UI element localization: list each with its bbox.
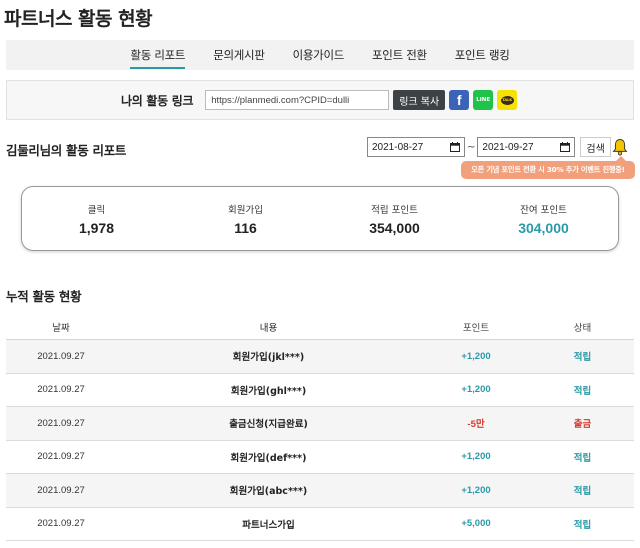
facebook-glyph: f [456,92,462,108]
activity-link-bar: 나의 활동 링크 링크 복사 f LINE TALK [6,80,634,120]
row-status: 적립 [573,352,592,364]
activity-link-input[interactable] [205,90,390,110]
tab-inquiry-board[interactable]: 문의게시판 [199,40,278,70]
copy-link-button[interactable]: 링크 복사 [393,90,446,110]
stat-value: 354,000 [369,219,420,236]
calendar-icon [560,142,571,152]
table-body: 2021.09.27 회원가입(jkl***) +1,200 적립 2021.0… [6,340,634,541]
row-status: 적립 [573,519,592,531]
promo-tooltip: 오픈 기념 포인트 전환 시 30% 추가 이벤트 진행중! [461,156,635,179]
end-date-input[interactable]: 2021-09-27 [477,137,576,157]
stat-value: 1,978 [78,219,115,236]
row-date: 2021.09.27 [37,350,85,362]
table-row: 2021.09.27 파트너스가입 +5,000 적립 [6,507,634,541]
end-date-value: 2021-09-27 [482,141,534,153]
tab-guide[interactable]: 이용가이드 [279,40,358,70]
row-date: 2021.09.27 [37,518,85,530]
tab-point-conversion[interactable]: 포인트 전환 [358,40,441,70]
report-title: 김둘리님의 활동 리포트 [6,143,127,158]
date-range-filter: 2021-08-27 ~ 2021-09-27 검색 [367,137,611,157]
kakao-glyph: TALK [502,98,513,102]
stat-label: 클릭 [87,204,106,216]
row-content: 회원가입(jkl***) [232,352,305,364]
activity-link-label: 나의 활동 링크 [121,93,194,108]
kakao-bubble: TALK [500,95,514,105]
stat-label: 잔여 포인트 [520,204,567,216]
bell-icon[interactable] [612,138,628,156]
table-header: 날짜 내용 포인트 상태 [6,314,634,340]
row-status: 출금 [573,419,592,431]
row-status: 적립 [573,486,592,498]
column-header-status: 상태 [573,322,592,334]
column-header-date: 날짜 [52,322,70,334]
line-glyph: LINE [476,97,491,103]
row-content: 회원가입(def***) [230,452,307,464]
row-point: +1,200 [461,451,491,463]
row-content: 회원가입(ghl***) [230,385,307,397]
row-status: 적립 [573,385,592,397]
table-row: 2021.09.27 회원가입(abc***) +1,200 적립 [6,474,634,508]
start-date-value: 2021-08-27 [372,141,424,153]
line-share-icon[interactable]: LINE [473,90,494,110]
table-row: 2021.09.27 회원가입(def***) +1,200 적립 [6,440,634,474]
cumulative-activity-table: 날짜 내용 포인트 상태 2021.09.27 회원가입(jkl***) +1,… [6,314,634,541]
row-date: 2021.09.27 [37,384,85,396]
tab-bar: 활동 리포트 문의게시판 이용가이드 포인트 전환 포인트 랭킹 [6,40,634,70]
column-header-point: 포인트 [462,322,490,334]
tab-activity-report[interactable]: 활동 리포트 [116,40,199,70]
row-point: +1,200 [461,384,491,396]
stat-remaining-points: 잔여 포인트 304,000 [469,187,618,250]
stat-value: 116 [234,219,257,236]
stat-value: 304,000 [518,219,569,236]
stats-summary-card: 클릭 1,978 회원가입 116 적립 포인트 354,000 잔여 포인트 … [21,186,619,251]
row-status: 적립 [573,452,592,464]
row-point: +1,200 [461,350,491,362]
row-date: 2021.09.27 [37,417,85,429]
calendar-icon [450,142,460,152]
table-row: 2021.09.27 회원가입(ghl***) +1,200 적립 [6,373,634,407]
row-date: 2021.09.27 [37,484,85,496]
date-separator: ~ [467,141,476,153]
row-point: +5,000 [461,518,491,530]
start-date-input[interactable]: 2021-08-27 [367,137,465,157]
tab-point-ranking[interactable]: 포인트 랭킹 [441,40,524,70]
stat-clicks: 클릭 1,978 [22,187,171,250]
facebook-share-icon[interactable]: f [449,90,470,110]
row-date: 2021.09.27 [37,451,85,463]
stat-earned-points: 적립 포인트 354,000 [320,187,469,250]
kakaotalk-share-icon[interactable]: TALK [497,90,518,110]
stat-label: 회원가입 [228,204,263,216]
page-title: 파트너스 활동 현황 [4,8,153,30]
cumulative-activity-title: 누적 활동 현황 [6,289,82,304]
stat-label: 적립 포인트 [371,204,418,216]
row-point: -5만 [467,419,485,431]
table-row: 2021.09.27 출금신청(지급완료) -5만 출금 [6,407,634,441]
row-point: +1,200 [461,484,491,496]
row-content: 출금신청(지급완료) [229,419,308,431]
row-content: 파트너스가입 [242,519,295,531]
column-header-content: 내용 [259,322,278,334]
stat-signups: 회원가입 116 [171,187,320,250]
table-row: 2021.09.27 회원가입(jkl***) +1,200 적립 [6,340,634,374]
search-button[interactable]: 검색 [580,137,611,157]
row-content: 회원가입(abc***) [229,486,308,498]
